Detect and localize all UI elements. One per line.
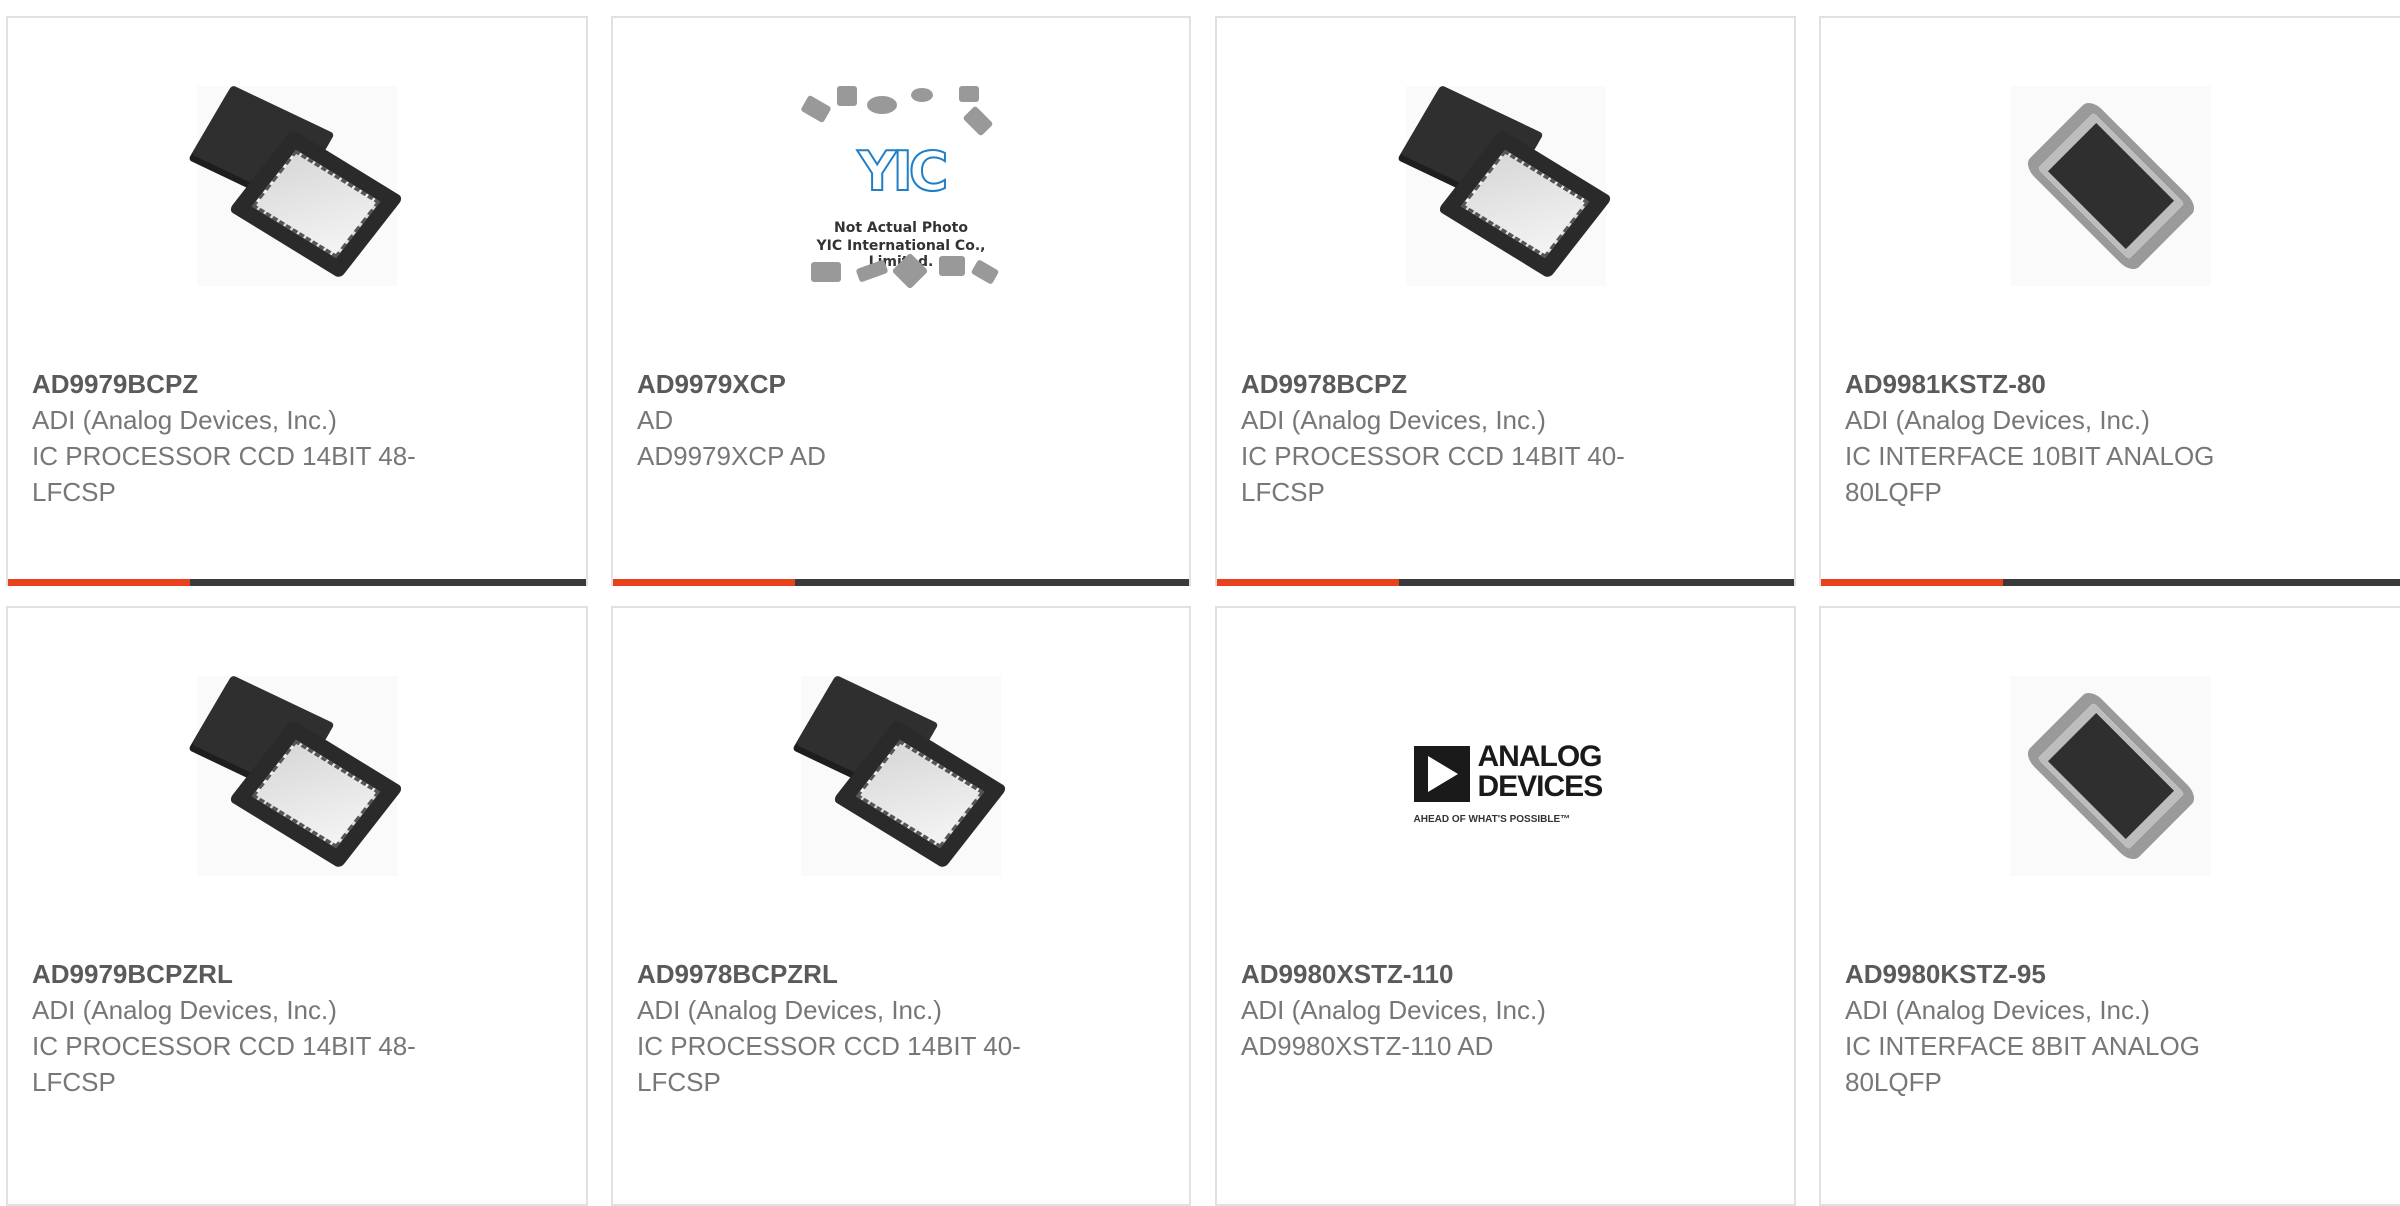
chip-open-lfcsp-icon xyxy=(1399,84,1613,286)
description: AD9979XCP AD xyxy=(637,441,826,471)
chip-lqfp-icon xyxy=(2011,676,2211,876)
manufacturer: ADI (Analog Devices, Inc.) xyxy=(1845,995,2150,1025)
manufacturer: ADI (Analog Devices, Inc.) xyxy=(1241,995,1546,1025)
product-image[interactable] xyxy=(1399,84,1613,286)
part-number[interactable]: AD9980KSTZ-95 xyxy=(1845,956,2376,992)
manufacturer: ADI (Analog Devices, Inc.) xyxy=(32,995,337,1025)
chip-open-lfcsp-icon xyxy=(191,84,404,286)
description: IC PROCESSOR CCD 14BIT 40-LFCSP xyxy=(637,1031,1021,1097)
product-image[interactable] xyxy=(191,84,404,286)
chip-open-lfcsp-icon xyxy=(795,674,1008,876)
part-number[interactable]: AD9980XSTZ-110 xyxy=(1241,956,1770,992)
part-number[interactable]: AD9981KSTZ-80 xyxy=(1845,366,2376,402)
description: IC PROCESSOR CCD 14BIT 48-LFCSP xyxy=(32,441,416,507)
analog-devices-logo: ANALOG DEVICES AHEAD OF WHAT'S POSSIBLE™ xyxy=(1413,740,1603,825)
product-grid: AD9979BCPZ ADI (Analog Devices, Inc.) IC… xyxy=(0,0,2400,1206)
product-image[interactable]: ANALOG DEVICES AHEAD OF WHAT'S POSSIBLE™ xyxy=(1405,676,1606,876)
description: IC INTERFACE 10BIT ANALOG 80LQFP xyxy=(1845,441,2215,507)
product-card[interactable]: AD9979BCPZRL ADI (Analog Devices, Inc.) … xyxy=(6,606,588,1206)
card-bottom-bar xyxy=(1217,579,1794,586)
card-bottom-bar xyxy=(1821,579,2400,586)
not-actual-photo-icon: YIC Not Actual Photo YIC International C… xyxy=(800,86,1001,290)
manufacturer: ADI (Analog Devices, Inc.) xyxy=(637,995,942,1025)
product-card[interactable]: ANALOG DEVICES AHEAD OF WHAT'S POSSIBLE™… xyxy=(1215,606,1796,1206)
product-image[interactable] xyxy=(795,674,1008,876)
product-card[interactable]: AD9978BCPZ ADI (Analog Devices, Inc.) IC… xyxy=(1215,16,1796,586)
description: AD9980XSTZ-110 AD xyxy=(1241,1031,1494,1061)
part-number[interactable]: AD9979BCPZRL xyxy=(32,956,562,992)
product-card[interactable]: AD9980KSTZ-95 ADI (Analog Devices, Inc.)… xyxy=(1819,606,2400,1206)
description: IC INTERFACE 8BIT ANALOG 80LQFP xyxy=(1845,1031,2200,1097)
part-number[interactable]: AD9978BCPZRL xyxy=(637,956,1165,992)
description: IC PROCESSOR CCD 14BIT 48-LFCSP xyxy=(32,1031,416,1097)
part-number[interactable]: AD9979XCP xyxy=(637,366,1165,402)
manufacturer: ADI (Analog Devices, Inc.) xyxy=(1241,405,1546,435)
manufacturer: ADI (Analog Devices, Inc.) xyxy=(32,405,337,435)
part-number[interactable]: AD9978BCPZ xyxy=(1241,366,1770,402)
product-image[interactable] xyxy=(2010,86,2211,286)
chip-lqfp-icon xyxy=(2011,86,2211,286)
manufacturer: AD xyxy=(637,405,674,435)
card-bottom-bar xyxy=(613,579,1189,586)
chip-open-lfcsp-icon xyxy=(191,674,404,876)
product-image[interactable]: YIC Not Actual Photo YIC International C… xyxy=(800,86,1001,290)
product-image[interactable] xyxy=(2010,676,2211,876)
product-card[interactable]: AD9981KSTZ-80 ADI (Analog Devices, Inc.)… xyxy=(1819,16,2400,586)
card-bottom-bar xyxy=(8,579,586,586)
product-card[interactable]: YIC Not Actual Photo YIC International C… xyxy=(611,16,1191,586)
yic-logo: YIC xyxy=(857,139,950,204)
manufacturer: ADI (Analog Devices, Inc.) xyxy=(1845,405,2150,435)
part-number[interactable]: AD9979BCPZ xyxy=(32,366,562,402)
product-card[interactable]: AD9978BCPZRL ADI (Analog Devices, Inc.) … xyxy=(611,606,1191,1206)
product-card[interactable]: AD9979BCPZ ADI (Analog Devices, Inc.) IC… xyxy=(6,16,588,586)
description: IC PROCESSOR CCD 14BIT 40-LFCSP xyxy=(1241,441,1625,507)
product-image[interactable] xyxy=(191,674,404,876)
